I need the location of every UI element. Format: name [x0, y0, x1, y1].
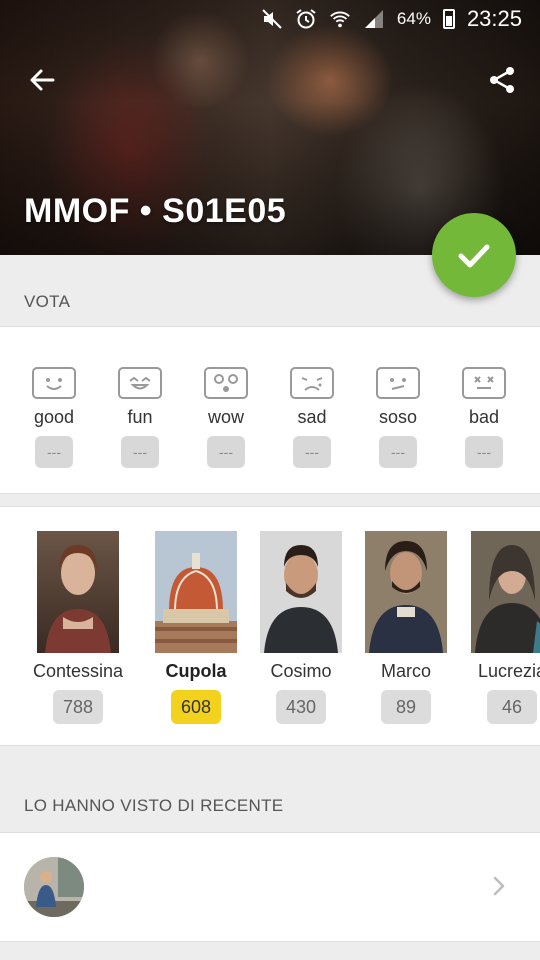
character-lucrezia[interactable]: Lucrezia 46 — [457, 531, 540, 724]
vote-count: --- — [121, 436, 159, 468]
vote-label: sad — [297, 407, 327, 427]
characters-carousel[interactable]: Contessina 788 Cupola 608 Cosimo 430 Mar… — [0, 506, 540, 746]
alarm-icon — [295, 8, 317, 30]
signal-icon — [363, 8, 385, 30]
character-photo — [365, 531, 447, 653]
recent-section-label: LO HANNO VISTO DI RECENTE — [24, 796, 284, 815]
character-photo — [260, 531, 342, 653]
vote-option-fun[interactable]: fun --- — [100, 367, 180, 468]
mark-watched-button[interactable] — [432, 213, 516, 297]
vote-label: soso — [378, 407, 418, 427]
vote-option-bad[interactable]: bad --- — [444, 367, 524, 468]
recent-viewers-row[interactable] — [0, 832, 540, 942]
vote-section-label: VOTA — [24, 292, 71, 311]
vote-option-soso[interactable]: soso --- — [358, 367, 438, 468]
share-icon — [490, 67, 514, 93]
meh-face-icon — [376, 367, 420, 399]
character-name: Cosimo — [270, 661, 332, 681]
vote-count: --- — [379, 436, 417, 468]
character-contessina[interactable]: Contessina 788 — [23, 531, 133, 724]
vote-count: --- — [35, 436, 73, 468]
character-cupola[interactable]: Cupola 608 — [141, 531, 251, 724]
character-name: Marco — [380, 661, 431, 681]
character-photo — [37, 531, 119, 653]
vote-count: --- — [465, 436, 503, 468]
character-marco[interactable]: Marco 89 — [351, 531, 461, 724]
vote-option-sad[interactable]: sad --- — [272, 367, 352, 468]
wifi-icon — [329, 8, 351, 30]
character-photo — [155, 531, 237, 653]
character-count: 89 — [381, 690, 431, 724]
character-name: Cupola — [165, 661, 227, 681]
character-count: 430 — [276, 690, 326, 724]
vote-label: good — [33, 407, 75, 427]
vote-label: bad — [468, 407, 500, 427]
mute-icon — [261, 8, 283, 30]
check-icon — [458, 244, 490, 268]
sad-face-icon — [290, 367, 334, 399]
arrow-left-icon — [30, 69, 55, 91]
vote-label: fun — [127, 407, 153, 427]
episode-title: MMOF • S01E05 — [24, 192, 287, 230]
character-count: 46 — [487, 690, 537, 724]
dead-face-icon — [462, 367, 506, 399]
laugh-face-icon — [118, 367, 162, 399]
share-button[interactable] — [484, 62, 520, 98]
avatar[interactable] — [24, 857, 84, 917]
vote-count: --- — [293, 436, 331, 468]
character-count: 608 — [171, 690, 221, 724]
character-cosimo[interactable]: Cosimo 430 — [246, 531, 356, 724]
battery-percent: 64% — [396, 9, 431, 28]
character-name: Contessina — [32, 661, 124, 681]
back-button[interactable] — [24, 62, 60, 98]
vote-option-wow[interactable]: wow --- — [186, 367, 266, 468]
vote-panel: good --- fun --- wow --- sad --- soso --… — [0, 326, 540, 494]
character-name: Lucrezia — [477, 661, 540, 681]
chevron-right-icon[interactable] — [492, 875, 506, 902]
clock: 23:25 — [466, 6, 522, 31]
status-bar: 64% 23:25 — [0, 0, 540, 38]
vote-count: --- — [207, 436, 245, 468]
character-photo — [471, 531, 540, 653]
battery-icon — [442, 9, 455, 29]
vote-label: wow — [207, 407, 244, 427]
vote-option-good[interactable]: good --- — [14, 367, 94, 468]
wow-face-icon — [204, 367, 248, 399]
smile-face-icon — [32, 367, 76, 399]
character-count: 788 — [53, 690, 103, 724]
